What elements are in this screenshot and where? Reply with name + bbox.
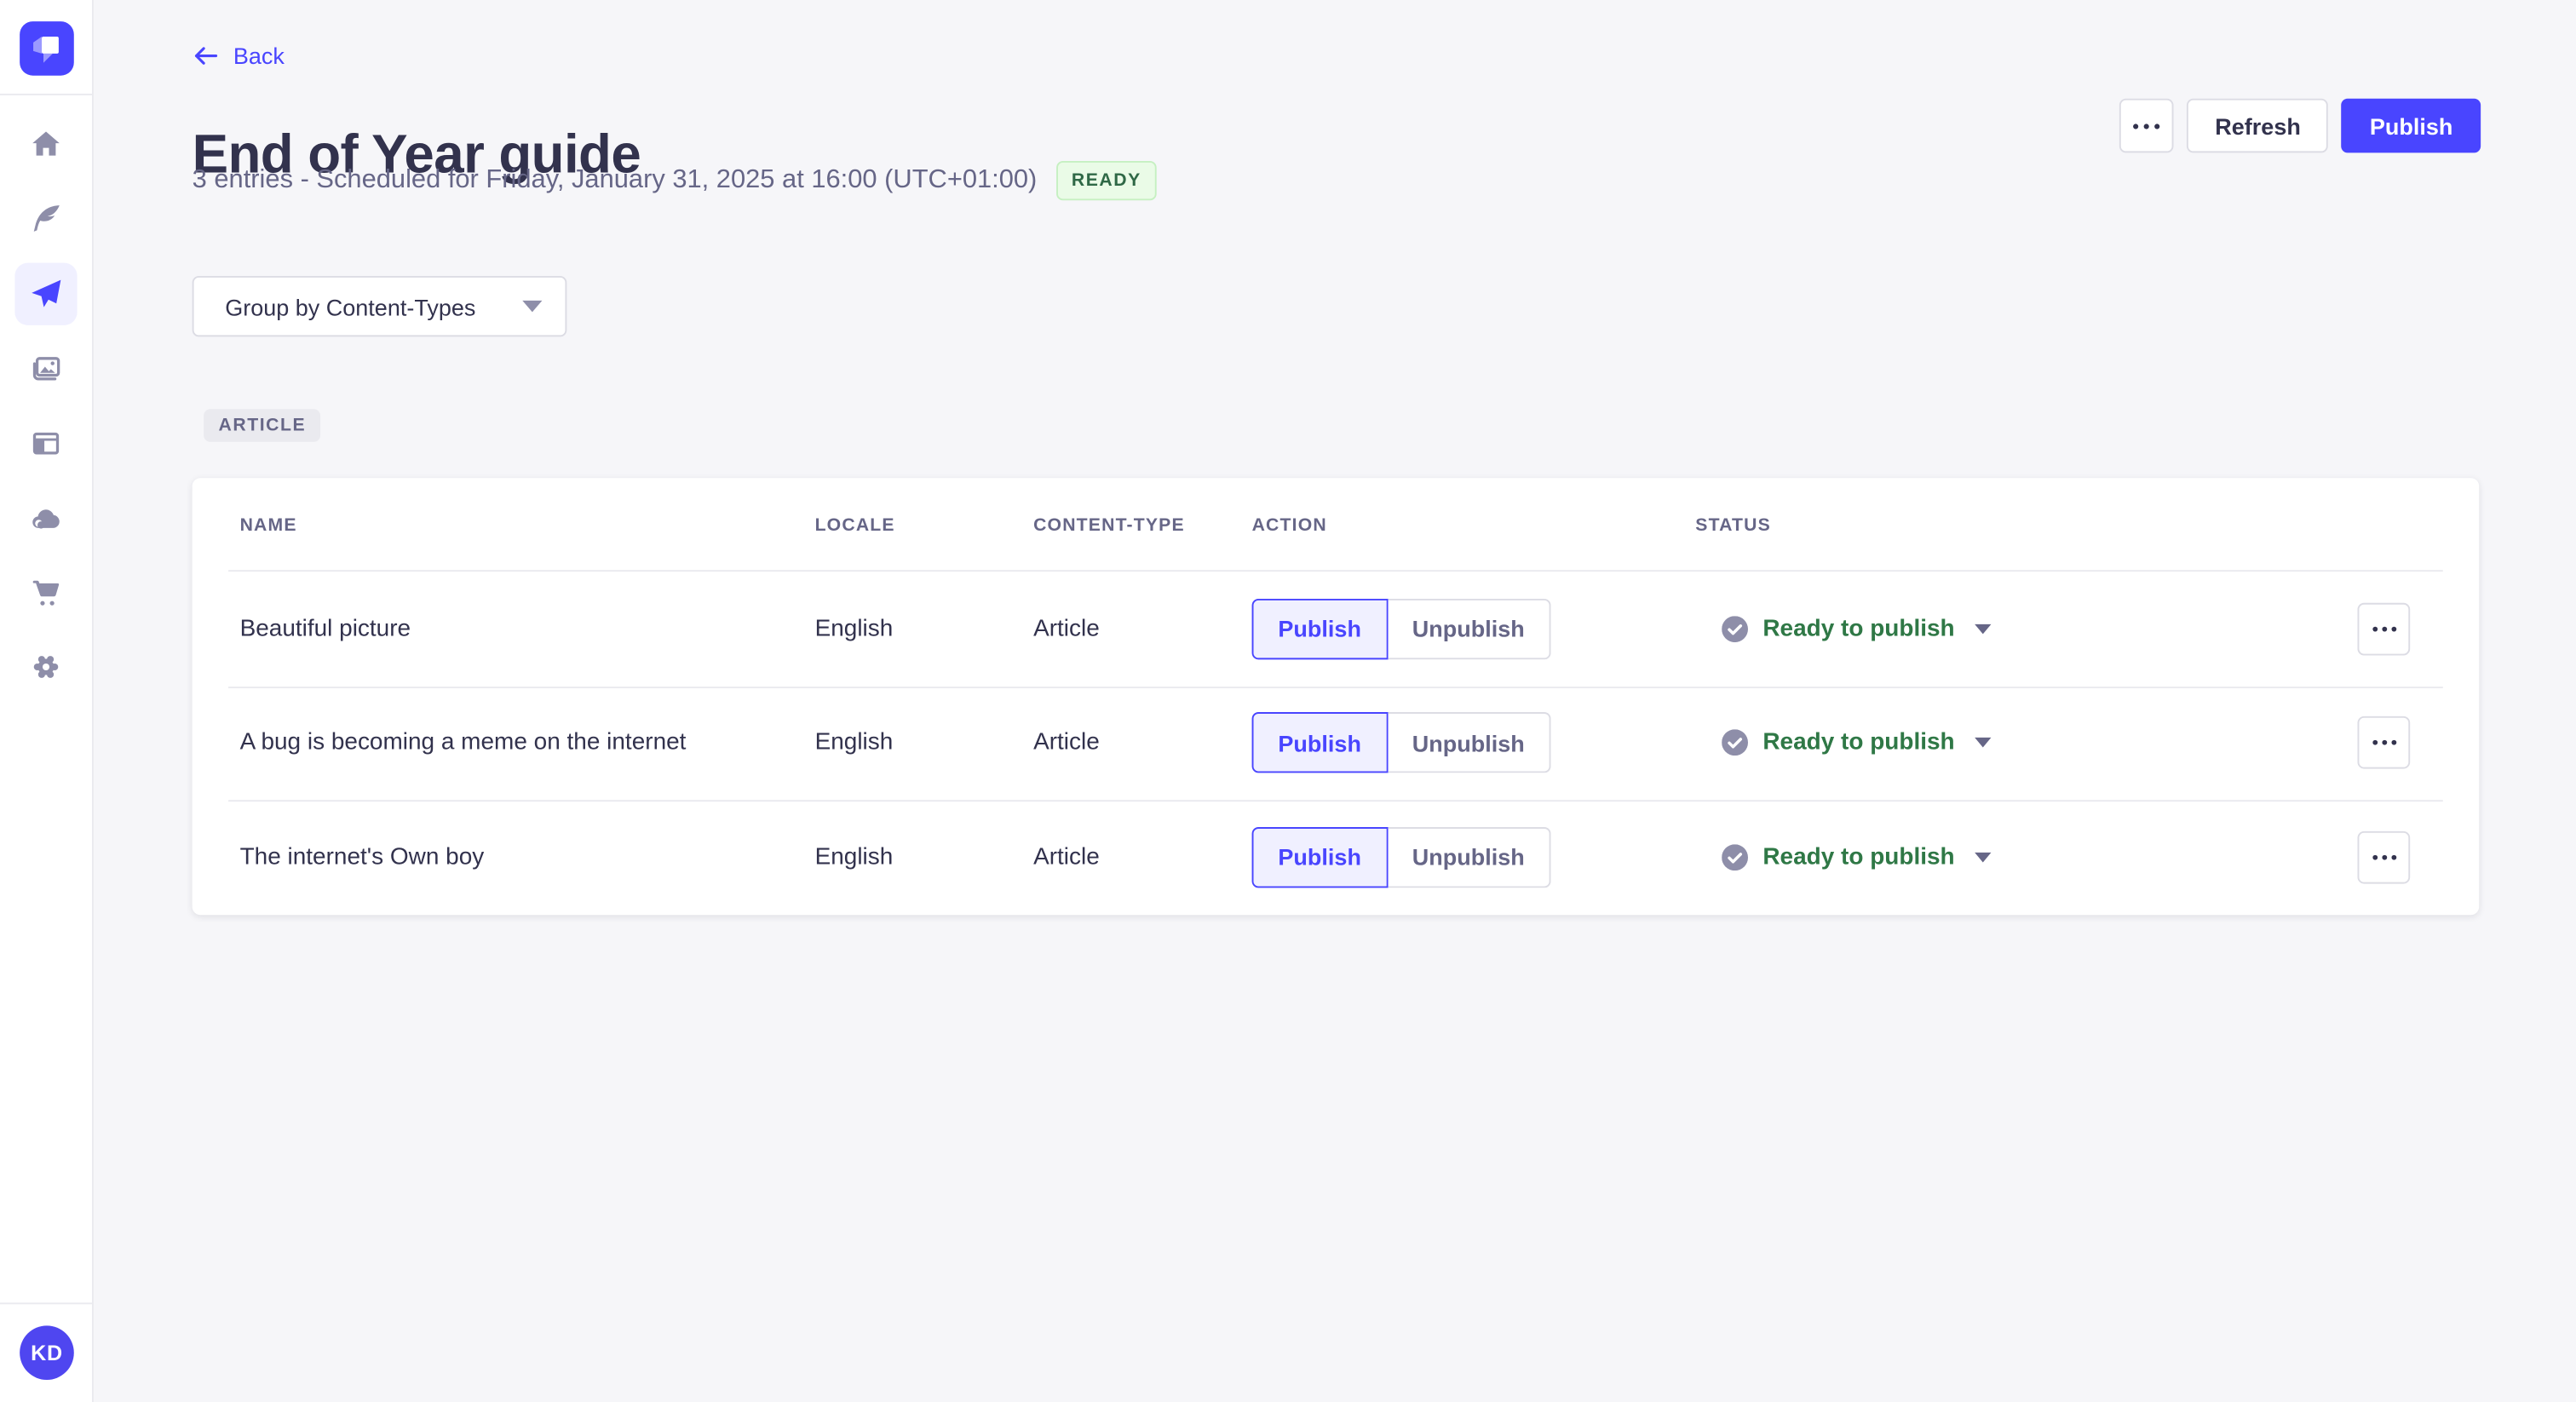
entry-content-type: Article bbox=[1033, 730, 1100, 756]
entry-action-toggle: Publish Unpublish bbox=[1251, 598, 1551, 659]
cart-icon bbox=[32, 580, 60, 606]
table-row[interactable]: A bug is becoming a meme on the internet… bbox=[193, 686, 2480, 800]
entry-status-label: Ready to publish bbox=[1762, 615, 1955, 642]
gear-icon bbox=[33, 656, 59, 678]
more-options-button[interactable] bbox=[2119, 98, 2175, 153]
chevron-down-icon bbox=[1974, 852, 1992, 863]
arrow-left-icon bbox=[194, 47, 218, 65]
entry-action-toggle: Publish Unpublish bbox=[1251, 827, 1551, 888]
user-avatar[interactable]: KD bbox=[20, 1325, 74, 1380]
layout-icon bbox=[32, 432, 60, 455]
sidebar-item-media-library[interactable] bbox=[14, 338, 77, 400]
unpublish-toggle-button[interactable]: Unpublish bbox=[1387, 827, 1551, 888]
cloud-icon bbox=[32, 509, 60, 529]
strapi-logo[interactable] bbox=[20, 21, 74, 76]
sidebar-item-settings[interactable] bbox=[14, 635, 77, 698]
check-circle-icon bbox=[1722, 844, 1748, 871]
entry-status-dropdown[interactable]: Ready to publish bbox=[1722, 615, 1992, 642]
entry-locale: English bbox=[814, 844, 894, 871]
column-header-locale: LOCALE bbox=[814, 514, 895, 535]
chevron-down-icon bbox=[1974, 623, 1992, 635]
publish-toggle-button[interactable]: Publish bbox=[1251, 712, 1388, 774]
status-badge: READY bbox=[1056, 160, 1157, 201]
sidebar-item-cloud[interactable] bbox=[14, 488, 77, 550]
entries-table: NAME LOCALE CONTENT-TYPE ACTION STATUS B… bbox=[192, 478, 2480, 916]
entry-status-dropdown[interactable]: Ready to publish bbox=[1722, 730, 1992, 756]
sidebar-item-marketplace[interactable] bbox=[14, 562, 77, 624]
table-row[interactable]: The internet's Own boy English Article P… bbox=[193, 800, 2480, 915]
entry-content-type: Article bbox=[1033, 615, 1100, 642]
entry-content-type: Article bbox=[1033, 844, 1100, 871]
strapi-logo-icon bbox=[33, 36, 59, 63]
ellipsis-icon bbox=[2372, 626, 2396, 632]
entry-locale: English bbox=[814, 615, 894, 642]
sidebar-item-releases[interactable] bbox=[14, 262, 78, 325]
refresh-button[interactable]: Refresh bbox=[2187, 98, 2329, 153]
back-link[interactable]: Back bbox=[193, 43, 285, 69]
chevron-down-icon bbox=[522, 300, 543, 313]
entry-status-dropdown[interactable]: Ready to publish bbox=[1722, 844, 1992, 871]
group-by-select[interactable]: Group by Content-Types bbox=[192, 275, 567, 337]
sidebar-item-content-manager[interactable] bbox=[14, 187, 77, 250]
pictures-icon bbox=[32, 357, 60, 381]
sidebar-divider-top bbox=[0, 93, 92, 95]
entry-name: A bug is becoming a meme on the internet bbox=[239, 730, 687, 756]
ellipsis-icon bbox=[2372, 854, 2396, 860]
check-circle-icon bbox=[1722, 730, 1748, 756]
release-subtitle: 3 entries - Scheduled for Friday, Januar… bbox=[192, 165, 1038, 194]
app: KD Back End of Year guide 3 entries - Sc… bbox=[0, 0, 2576, 1402]
ellipsis-icon bbox=[2372, 740, 2396, 746]
entry-locale: English bbox=[814, 730, 894, 756]
home-icon bbox=[32, 131, 60, 156]
main-content: Back End of Year guide 3 entries - Sched… bbox=[94, 0, 2576, 1402]
table-header: NAME LOCALE CONTENT-TYPE ACTION STATUS bbox=[193, 478, 2480, 572]
column-header-content-type: CONTENT-TYPE bbox=[1033, 514, 1185, 535]
unpublish-toggle-button[interactable]: Unpublish bbox=[1387, 712, 1551, 774]
entry-status-label: Ready to publish bbox=[1762, 844, 1955, 871]
sidebar-item-content-type-builder[interactable] bbox=[14, 412, 77, 474]
entry-status-label: Ready to publish bbox=[1762, 730, 1955, 756]
publish-toggle-button[interactable]: Publish bbox=[1251, 598, 1388, 659]
entry-action-toggle: Publish Unpublish bbox=[1251, 712, 1551, 774]
release-meta: 3 entries - Scheduled for Friday, Januar… bbox=[192, 160, 1157, 201]
column-header-status: STATUS bbox=[1695, 514, 1771, 535]
row-more-button[interactable] bbox=[2357, 830, 2411, 884]
entry-name: Beautiful picture bbox=[239, 615, 411, 642]
column-header-action: ACTION bbox=[1251, 514, 1327, 535]
group-heading-article: ARTICLE bbox=[204, 409, 321, 442]
publish-toggle-button[interactable]: Publish bbox=[1251, 827, 1388, 888]
ellipsis-icon bbox=[2133, 123, 2160, 129]
group-by-value: Group by Content-Types bbox=[225, 293, 476, 320]
sidebar-divider-bottom bbox=[0, 1302, 92, 1305]
unpublish-toggle-button[interactable]: Unpublish bbox=[1387, 598, 1551, 659]
row-more-button[interactable] bbox=[2357, 716, 2411, 770]
avatar-initials: KD bbox=[31, 1340, 63, 1365]
row-more-button[interactable] bbox=[2357, 602, 2411, 656]
chevron-down-icon bbox=[1974, 738, 1992, 749]
sidebar-item-home[interactable] bbox=[14, 113, 77, 175]
back-label: Back bbox=[233, 43, 285, 69]
check-circle-icon bbox=[1722, 615, 1748, 642]
publish-release-button[interactable]: Publish bbox=[2342, 98, 2481, 153]
table-row[interactable]: Beautiful picture English Article Publis… bbox=[193, 572, 2480, 686]
paper-plane-icon bbox=[32, 279, 61, 307]
feather-icon bbox=[33, 205, 60, 232]
entry-name: The internet's Own boy bbox=[239, 844, 485, 871]
column-header-name: NAME bbox=[239, 514, 297, 535]
header-actions: Refresh Publish bbox=[2119, 98, 2481, 153]
sidebar: KD bbox=[0, 0, 94, 1402]
